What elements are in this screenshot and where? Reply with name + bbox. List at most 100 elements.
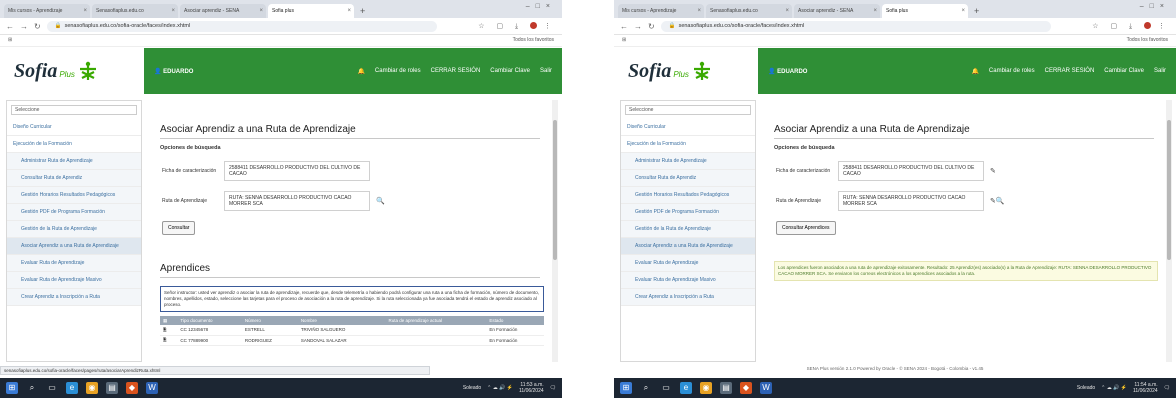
- close-icon[interactable]: ×: [259, 4, 263, 18]
- consult-apprentices-button[interactable]: Consultar Aprendices: [776, 221, 836, 235]
- back-icon[interactable]: ←: [6, 22, 14, 31]
- sidebar-item[interactable]: Gestión de la Ruta de Aprendizaje: [621, 221, 755, 238]
- chrome-icon[interactable]: ◉: [86, 382, 98, 394]
- browser-tab-active[interactable]: Sofia plus ×: [882, 4, 968, 18]
- change-role-link[interactable]: Cambiar de roles: [989, 68, 1035, 74]
- all-bookmarks-link[interactable]: Todos los favoritos: [1127, 37, 1168, 43]
- search-icon[interactable]: ⌕: [26, 382, 38, 394]
- logout-link[interactable]: CERRAR SESIÓN: [1045, 68, 1095, 74]
- sidebar-item-active[interactable]: Asociar Aprendiz a una Ruta de Aprendiza…: [621, 238, 755, 255]
- clock[interactable]: 11:53 a.m. 11/06/2024: [519, 382, 544, 394]
- window-controls[interactable]: –□×: [1140, 3, 1170, 10]
- sidebar-item[interactable]: Gestión PDF de Programa Formación: [7, 204, 141, 221]
- chrome-icon[interactable]: ◉: [700, 382, 712, 394]
- sidebar-item[interactable]: Evaluar Ruta de Aprendizaje: [621, 255, 755, 272]
- sidebar-item[interactable]: Crear Aprendiz a Inscripción a Ruta: [7, 289, 141, 306]
- file-explorer-icon[interactable]: ▤: [720, 382, 732, 394]
- sidebar-item[interactable]: Ejecución de la Formación: [621, 136, 755, 153]
- close-icon[interactable]: ×: [83, 4, 87, 18]
- scrollbar-thumb[interactable]: [553, 120, 557, 260]
- scrollbar-thumb[interactable]: [1167, 120, 1171, 260]
- close-icon[interactable]: ×: [873, 4, 877, 18]
- clock[interactable]: 11:54 a.m. 11/06/2024: [1133, 382, 1158, 394]
- apps-icon[interactable]: ⊞: [8, 37, 12, 43]
- url-input[interactable]: 🔒 senasofiaplus.edu.co/sofia-oracle/faces…: [660, 20, 1051, 32]
- sidebar-item[interactable]: Diseño Curricular: [621, 119, 755, 136]
- tray-icons[interactable]: ⌃ ☁ 🔊 ⚡: [1101, 385, 1127, 391]
- browser-tab[interactable]: Senasofiaplus.edu.co ×: [706, 4, 792, 18]
- consult-button[interactable]: Consultar: [162, 221, 196, 235]
- sofia-plus-logo[interactable]: Sofia Plus: [0, 48, 144, 94]
- edge-icon[interactable]: e: [680, 382, 692, 394]
- sidebar-item[interactable]: Ejecución de la Formación: [7, 136, 141, 153]
- tray-icons[interactable]: ⌃ ☁ 🔊 ⚡: [487, 385, 513, 391]
- back-icon[interactable]: ←: [620, 22, 628, 31]
- url-input[interactable]: 🔒 senasofiaplus.edu.co/sofia-oracle/faces…: [46, 20, 437, 32]
- bell-icon[interactable]: 🔔: [971, 68, 978, 75]
- sidebar-item-active[interactable]: Asociar Aprendiz a una Ruta de Aprendiza…: [7, 238, 141, 255]
- browser-tab[interactable]: Mis cursos - Aprendizaje ×: [618, 4, 704, 18]
- change-password-link[interactable]: Cambiar Clave: [490, 68, 530, 74]
- close-icon[interactable]: ×: [171, 4, 175, 18]
- select-all-icon[interactable]: ▦: [160, 316, 178, 325]
- scrollbar[interactable]: [552, 100, 558, 362]
- profile-icon[interactable]: [1144, 22, 1152, 30]
- sidebar-item[interactable]: Administrar Ruta de Aprendizaje: [7, 153, 141, 170]
- change-role-link[interactable]: Cambiar de roles: [375, 68, 421, 74]
- row-checkbox[interactable]: 🖹: [160, 325, 178, 336]
- notifications-icon[interactable]: 🗨: [550, 385, 556, 391]
- sidebar-item[interactable]: Administrar Ruta de Aprendizaje: [621, 153, 755, 170]
- start-icon[interactable]: ⊞: [6, 382, 18, 394]
- role-select[interactable]: Seleccione: [625, 105, 751, 115]
- notifications-icon[interactable]: 🗨: [1164, 385, 1170, 391]
- weather-text[interactable]: Soleado: [463, 385, 481, 391]
- browser-tab[interactable]: Asociar aprendiz - SENA ×: [794, 4, 880, 18]
- sidebar-item[interactable]: Gestión Horarios Resultados Pedagógicos: [621, 187, 755, 204]
- sidebar-item[interactable]: Evaluar Ruta de Aprendizaje: [7, 255, 141, 272]
- word-icon[interactable]: W: [760, 382, 772, 394]
- forward-icon[interactable]: →: [20, 22, 28, 31]
- ficha-field[interactable]: 2588411 DESARROLLO PRODUCTIVO DEL CULTIV…: [224, 161, 370, 181]
- sidebar-item[interactable]: Consultar Ruta de Aprendiz: [621, 170, 755, 187]
- sidebar-item[interactable]: Gestión Horarios Resultados Pedagógicos: [7, 187, 141, 204]
- close-icon[interactable]: ×: [961, 4, 965, 18]
- reload-icon[interactable]: ↻: [34, 22, 41, 31]
- sidebar-item[interactable]: Diseño Curricular: [7, 119, 141, 136]
- apps-icon[interactable]: ⊞: [622, 37, 626, 43]
- ruta-field[interactable]: RUTA: SENNA DESARROLLO PRODUCTIVO CACAO …: [224, 191, 370, 211]
- logout-link[interactable]: CERRAR SESIÓN: [431, 68, 481, 74]
- exit-link[interactable]: Salir: [1154, 68, 1166, 74]
- close-icon[interactable]: ×: [785, 4, 789, 18]
- sidebar-item[interactable]: Crear Aprendiz a Inscripción a Ruta: [621, 289, 755, 306]
- sidebar-item[interactable]: Evaluar Ruta de Aprendizaje Masivo: [621, 272, 755, 289]
- all-bookmarks-link[interactable]: Todos los favoritos: [513, 37, 554, 43]
- search-icon[interactable]: ⌕: [640, 382, 652, 394]
- toolbar-icons[interactable]: ☆ ▢ ⤓ ⋮: [478, 22, 556, 31]
- browser-tab-active[interactable]: Sofia plus ×: [268, 4, 354, 18]
- task-view-icon[interactable]: ▭: [46, 382, 58, 394]
- browser-tab[interactable]: Mis cursos - Aprendizaje ×: [4, 4, 90, 18]
- start-icon[interactable]: ⊞: [620, 382, 632, 394]
- reload-icon[interactable]: ↻: [648, 22, 655, 31]
- window-controls[interactable]: –□×: [526, 3, 556, 10]
- browser-tab[interactable]: Senasofiaplus.edu.co ×: [92, 4, 178, 18]
- ruta-field[interactable]: RUTA: SENNA DESARROLLO PRODUCTIVO CACAO …: [838, 191, 984, 211]
- row-checkbox[interactable]: 🖹: [160, 335, 178, 346]
- close-icon[interactable]: ×: [697, 4, 701, 18]
- exit-link[interactable]: Salir: [540, 68, 552, 74]
- scrollbar[interactable]: [1166, 100, 1172, 362]
- bell-icon[interactable]: 🔔: [357, 68, 364, 75]
- close-icon[interactable]: ×: [347, 4, 351, 18]
- edge-icon[interactable]: e: [66, 382, 78, 394]
- change-password-link[interactable]: Cambiar Clave: [1104, 68, 1144, 74]
- forward-icon[interactable]: →: [634, 22, 642, 31]
- toolbar-icons[interactable]: ☆ ▢ ⤓ ⋮: [1092, 22, 1170, 31]
- word-icon[interactable]: W: [146, 382, 158, 394]
- sidebar-item[interactable]: Gestión PDF de Programa Formación: [621, 204, 755, 221]
- new-tab-icon[interactable]: +: [360, 4, 365, 18]
- weather-text[interactable]: Soleado: [1077, 385, 1095, 391]
- search-icon[interactable]: ✎🔍: [990, 197, 1005, 205]
- ficha-field[interactable]: 2588411 DESARROLLO PRODUCTIVO DEL CULTIV…: [838, 161, 984, 181]
- sidebar-item[interactable]: Gestión de la Ruta de Aprendizaje: [7, 221, 141, 238]
- office-icon[interactable]: ◆: [740, 382, 752, 394]
